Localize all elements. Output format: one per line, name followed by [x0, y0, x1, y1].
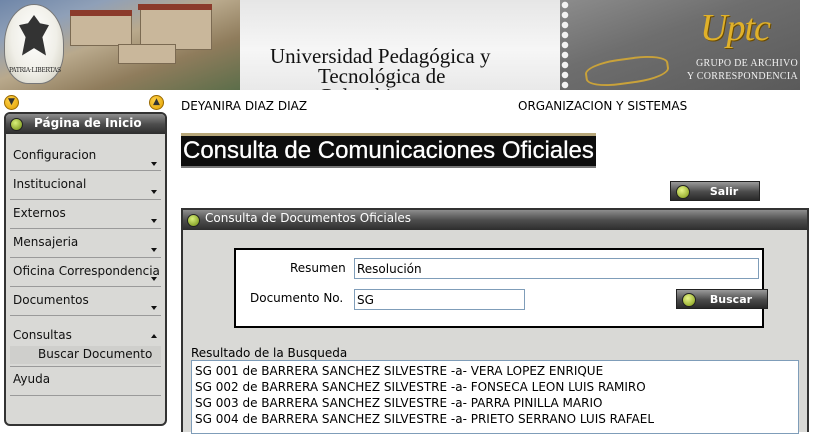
university-name: Universidad Pedagógica y Tecnológica de …: [270, 44, 530, 91]
university-name-line2: Tecnológica de Colombia: [318, 64, 446, 91]
sidebar-item-oficina-correspondencia[interactable]: Oficina Correspondencia: [10, 258, 161, 287]
results-label: Resultado de la Busqueda: [191, 346, 348, 360]
sidebar-item-externos[interactable]: Externos: [10, 200, 161, 229]
chevron-down-icon: [151, 248, 157, 252]
sidebar-item-label: Externos: [13, 206, 66, 220]
resumen-input[interactable]: [354, 258, 759, 279]
search-form: Resumen Documento No. Buscar: [234, 248, 768, 328]
campus-roof: [70, 10, 132, 16]
sidebar-item-label: Oficina Correspondencia: [13, 264, 160, 278]
eagle-icon: [19, 15, 49, 56]
sidebar-subitem-buscar-documento[interactable]: Buscar Documento: [10, 346, 161, 364]
panel-title: Consulta de Documentos Oficiales: [205, 211, 412, 225]
chevron-down-icon: [151, 277, 157, 281]
sidebar-item-mensajeria[interactable]: Mensajeria: [10, 229, 161, 258]
buscar-button-label: Buscar: [709, 293, 753, 306]
sidebar-item-label: Documentos: [13, 293, 89, 307]
salir-button[interactable]: Salir: [670, 181, 760, 201]
list-item[interactable]: SG 003 de BARRERA SANCHEZ SILVESTRE -a- …: [195, 396, 602, 410]
sidebar: ▼ ▲ Página de Inicio Configuracion Insti…: [0, 90, 170, 432]
chevron-up-icon: [151, 334, 157, 338]
sidebar-item-configuracion[interactable]: Configuracion: [10, 142, 161, 171]
sidebar-item-institucional[interactable]: Institucional: [10, 171, 161, 200]
panel-header: Consulta de Documentos Oficiales: [183, 210, 807, 230]
header-banner: PATRIA·LIBERTAS Universidad Pedagógica y…: [0, 0, 800, 90]
campus-roof: [138, 4, 212, 10]
crest-motto: PATRIA·LIBERTAS: [9, 67, 61, 74]
chevron-down-icon: [151, 162, 157, 166]
resumen-label: Resumen: [290, 261, 346, 275]
stamp-caption-line2: Y CORRESPONDENCIA: [686, 71, 798, 82]
sidebar-menu-frame: Página de Inicio Configuracion Instituci…: [4, 112, 167, 426]
sidebar-title: Página de Inicio: [34, 116, 142, 130]
salir-button-label: Salir: [709, 185, 739, 198]
stamp-caption-line1: GRUPO DE ARCHIVO: [695, 58, 798, 69]
sidebar-item-documentos[interactable]: Documentos: [10, 287, 161, 316]
list-item[interactable]: SG 001 de BARRERA SANCHEZ SILVESTRE -a- …: [195, 364, 603, 378]
sidebar-item-label: Consultas: [13, 328, 72, 342]
university-name-line1: Universidad Pedagógica y: [270, 44, 491, 68]
buscar-button[interactable]: Buscar: [676, 289, 768, 309]
documento-input[interactable]: [354, 289, 525, 310]
sidebar-header[interactable]: Página de Inicio: [6, 114, 165, 134]
sidebar-item-label: Configuracion: [13, 148, 97, 162]
status-dot-icon: [10, 118, 23, 131]
sidebar-item-ayuda[interactable]: Ayuda: [10, 366, 161, 396]
sidebar-item-label: Ayuda: [13, 372, 51, 386]
page-title: Consulta de Comunicaciones Oficiales: [181, 133, 596, 168]
chevron-down-icon: [151, 190, 157, 194]
list-item[interactable]: SG 002 de BARRERA SANCHEZ SILVESTRE -a- …: [195, 380, 646, 394]
uptc-logo: Uptc: [700, 7, 771, 49]
chevron-down-icon: [151, 306, 157, 310]
sidebar-subitem-label: Buscar Documento: [38, 347, 153, 361]
stamp-perforation: [560, 0, 570, 90]
sidebar-item-label: Institucional: [13, 177, 87, 191]
campus-building: [70, 14, 132, 46]
results-list[interactable]: SG 001 de BARRERA SANCHEZ SILVESTRE -a- …: [191, 360, 799, 434]
chevron-down-icon: [151, 219, 157, 223]
documento-label: Documento No.: [250, 291, 344, 305]
consulta-panel: Consulta de Documentos Oficiales Resumen…: [181, 208, 809, 434]
campus-building: [118, 44, 176, 64]
university-crest-logo: PATRIA·LIBERTAS: [4, 4, 64, 84]
list-item[interactable]: SG 004 de BARRERA SANCHEZ SILVESTRE -a- …: [195, 412, 654, 426]
user-department: ORGANIZACION Y SISTEMAS: [518, 99, 688, 113]
status-dot-icon: [187, 214, 200, 227]
user-name: DEYANIRA DIAZ DIAZ: [181, 99, 308, 113]
scroll-up-arrow-icon[interactable]: ▲: [149, 95, 164, 110]
sidebar-item-label: Mensajeria: [13, 235, 79, 249]
scroll-down-arrow-icon[interactable]: ▼: [4, 95, 19, 110]
